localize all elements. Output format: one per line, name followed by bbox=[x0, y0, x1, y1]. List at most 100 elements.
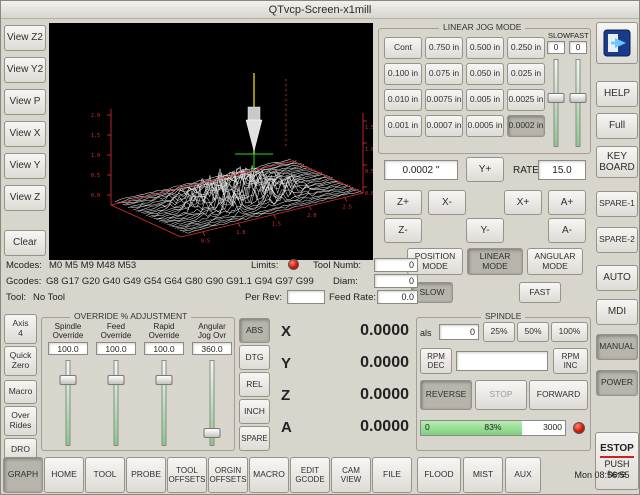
dro-inch-button[interactable]: INCH bbox=[239, 399, 270, 424]
spindle-stop-button[interactable]: STOP bbox=[475, 380, 527, 410]
fast-button[interactable]: FAST bbox=[519, 282, 561, 303]
jog-x-plus-button[interactable]: X+ bbox=[504, 190, 542, 215]
view-p-button[interactable]: View P bbox=[4, 89, 46, 115]
rpm-dec-button[interactable]: RPM DEC bbox=[420, 348, 452, 374]
gcodes-value: G8 G17 G20 G40 G49 G54 G64 G80 G90 G91.1… bbox=[46, 276, 314, 287]
title-bar[interactable]: QTvcp-Screen-x1mill bbox=[1, 1, 639, 19]
tab-graph[interactable]: GRAPH bbox=[3, 457, 43, 493]
tab-origin-offsets[interactable]: ORGIN OFFSETS bbox=[208, 457, 248, 493]
dro-z-value: 0.0000 bbox=[301, 386, 409, 404]
slider-handle[interactable] bbox=[108, 375, 125, 385]
feed-override-slider[interactable] bbox=[108, 360, 124, 446]
view-y-button[interactable]: View Y bbox=[4, 153, 46, 179]
auto-mode-button[interactable]: AUTO bbox=[596, 265, 638, 291]
jog-y-minus-button[interactable]: Y- bbox=[466, 218, 504, 243]
gcodes-label: Gcodes: bbox=[6, 276, 41, 287]
help-button[interactable]: HELP bbox=[596, 81, 638, 107]
view-x-button[interactable]: View X bbox=[4, 121, 46, 147]
tab-macro[interactable]: Macro bbox=[4, 380, 37, 404]
tab-macro-bottom[interactable]: MACRO bbox=[249, 457, 289, 493]
rapid-override-slider[interactable] bbox=[156, 360, 172, 446]
jog-a-plus-button[interactable]: A+ bbox=[548, 190, 586, 215]
jog-0005-button[interactable]: 0.005 in bbox=[466, 89, 504, 111]
jog-0075-button[interactable]: 0.075 in bbox=[425, 63, 463, 85]
flood-button[interactable]: FLOOD bbox=[417, 457, 461, 493]
clear-button[interactable]: Clear bbox=[4, 230, 46, 256]
dro-rel-button[interactable]: REL bbox=[239, 372, 270, 397]
slider-handle[interactable] bbox=[570, 93, 587, 103]
jog-0500-button[interactable]: 0.500 in bbox=[466, 37, 504, 59]
slider-handle[interactable] bbox=[60, 375, 77, 385]
tab-cam-view[interactable]: CAM VIEW bbox=[331, 457, 371, 493]
jog-0750-button[interactable]: 0.750 in bbox=[425, 37, 463, 59]
jog-0100-button[interactable]: 0.100 in bbox=[384, 63, 422, 85]
tab-home[interactable]: HOME bbox=[44, 457, 84, 493]
jog-0050-button[interactable]: 0.050 in bbox=[466, 63, 504, 85]
power-button[interactable]: POWER bbox=[596, 370, 638, 396]
spare1-button[interactable]: SPARE-1 bbox=[596, 191, 638, 217]
spindle-reverse-button[interactable]: REVERSE bbox=[420, 380, 472, 410]
jog-00005-button[interactable]: 0.0005 in bbox=[466, 115, 504, 137]
tab-over-rides[interactable]: Over Rides bbox=[4, 406, 37, 436]
jog-00075-button[interactable]: 0.0075 in bbox=[425, 89, 463, 111]
dro-spare-button[interactable]: SPARE bbox=[239, 426, 270, 451]
aux-button[interactable]: AUX bbox=[505, 457, 541, 493]
rapid-override-label: Rapid Override bbox=[142, 322, 186, 340]
tab-tool[interactable]: TOOL bbox=[85, 457, 125, 493]
spare2-button[interactable]: SPARE-2 bbox=[596, 227, 638, 253]
spindle-forward-button[interactable]: FORWARD bbox=[529, 380, 588, 410]
mist-button[interactable]: MIST bbox=[463, 457, 503, 493]
jog-a-minus-button[interactable]: A- bbox=[548, 218, 586, 243]
mdi-mode-button[interactable]: MDI bbox=[596, 299, 638, 325]
jog-x-minus-button[interactable]: X- bbox=[428, 190, 466, 215]
slider-groove bbox=[114, 360, 119, 446]
jog-00025-button[interactable]: 0.0025 in bbox=[507, 89, 545, 111]
manual-mode-button[interactable]: MANUAL bbox=[596, 334, 638, 360]
spindle-25-button[interactable]: 25% bbox=[483, 322, 515, 342]
angular-mode-button[interactable]: ANGULAR MODE bbox=[527, 248, 583, 275]
svg-text:2.0: 2.0 bbox=[91, 113, 100, 119]
spindle-override-slider[interactable] bbox=[60, 360, 76, 446]
slider-handle[interactable] bbox=[548, 93, 565, 103]
fast-jog-slider[interactable] bbox=[569, 59, 587, 147]
jog-00007-button[interactable]: 0.0007 in bbox=[425, 115, 463, 137]
tab-probe[interactable]: PROBE bbox=[126, 457, 166, 493]
jog-z-minus-button[interactable]: Z- bbox=[384, 218, 422, 243]
rpm-inc-button[interactable]: RPM INC bbox=[553, 348, 588, 374]
jog-z-plus-button[interactable]: Z+ bbox=[384, 190, 422, 215]
slider-handle[interactable] bbox=[204, 428, 221, 438]
slow-jog-slider[interactable] bbox=[547, 59, 565, 147]
jog-0025-button[interactable]: 0.025 in bbox=[507, 63, 545, 85]
dro-abs-button[interactable]: ABS bbox=[239, 318, 270, 343]
fast-label: FAST bbox=[570, 31, 589, 40]
tab-edit-gcode[interactable]: EDIT GCODE bbox=[290, 457, 330, 493]
spindle-50-button[interactable]: 50% bbox=[517, 322, 549, 342]
svg-text:1.0: 1.0 bbox=[236, 230, 245, 236]
linear-jog-title: LINEAR JOG MODE bbox=[439, 22, 525, 32]
keyboard-button[interactable]: KEY BOARD bbox=[596, 146, 638, 178]
jog-y-plus-button[interactable]: Y+ bbox=[466, 157, 504, 182]
jog-0250-button[interactable]: 0.250 in bbox=[507, 37, 545, 59]
exit-icon bbox=[602, 28, 632, 58]
angular-jog-slider[interactable] bbox=[204, 360, 220, 446]
jog-0001-button[interactable]: 0.001 in bbox=[384, 115, 422, 137]
gremlin-backplot[interactable]: 2.01.51.00.50.01.51.00.50.00.51.01.52.02… bbox=[49, 23, 373, 260]
linear-mode-button[interactable]: LINEAR MODE bbox=[467, 248, 523, 275]
view-y2-button[interactable]: View Y2 bbox=[4, 57, 46, 83]
slow-label: SLOW bbox=[548, 31, 570, 40]
tab-file[interactable]: FILE bbox=[372, 457, 412, 493]
dro-dtg-button[interactable]: DTG bbox=[239, 345, 270, 370]
diam-label: Diam: bbox=[333, 276, 358, 287]
jog-00002-button[interactable]: 0.0002 in bbox=[507, 115, 545, 137]
jog-cont-button[interactable]: Cont bbox=[384, 37, 422, 59]
full-button[interactable]: Full bbox=[596, 113, 638, 139]
slider-handle[interactable] bbox=[156, 375, 173, 385]
view-z-button[interactable]: View Z bbox=[4, 185, 46, 211]
jog-0010-button[interactable]: 0.010 in bbox=[384, 89, 422, 111]
spindle-100-button[interactable]: 100% bbox=[551, 322, 588, 342]
shutdown-button[interactable] bbox=[596, 22, 638, 64]
tab-quick-zero[interactable]: Quick Zero bbox=[4, 346, 37, 376]
view-z2-button[interactable]: View Z2 bbox=[4, 25, 46, 51]
tab-tool-offsets[interactable]: TOOL OFFSETS bbox=[167, 457, 207, 493]
tab-axis-4[interactable]: Axis 4 bbox=[4, 314, 37, 344]
